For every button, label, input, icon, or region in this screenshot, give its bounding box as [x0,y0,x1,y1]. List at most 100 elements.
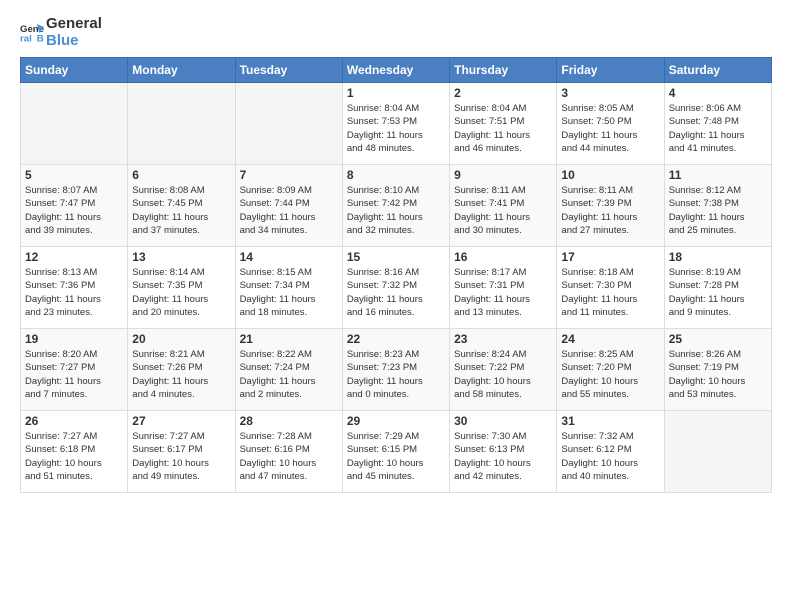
day-info: Sunrise: 8:19 AM Sunset: 7:28 PM Dayligh… [669,266,767,319]
day-number: 14 [240,250,338,264]
calendar-header-row: SundayMondayTuesdayWednesdayThursdayFrid… [21,58,772,83]
calendar-cell: 23Sunrise: 8:24 AM Sunset: 7:22 PM Dayli… [450,329,557,411]
calendar: SundayMondayTuesdayWednesdayThursdayFrid… [20,57,772,493]
day-info: Sunrise: 8:25 AM Sunset: 7:20 PM Dayligh… [561,348,659,401]
day-info: Sunrise: 8:12 AM Sunset: 7:38 PM Dayligh… [669,184,767,237]
calendar-cell: 27 Sunrise: 7:27 AM Sunset: 6:17 PM Dayli… [128,411,235,493]
calendar-cell: 8 Sunrise: 8:10 AM Sunset: 7:42 PM Daylig… [342,165,449,247]
day-info: Sunrise: 8:11 AM Sunset: 7:39 PM Dayligh… [561,184,659,237]
day-number: 2 [454,86,552,100]
day-number: 21 [240,332,338,346]
day-number: 8 [347,168,445,182]
day-header-thursday: Thursday [450,58,557,83]
day-number: 28 [240,414,338,428]
calendar-cell [128,83,235,165]
day-number: 31 [561,414,659,428]
calendar-cell [235,83,342,165]
calendar-cell: 30Sunrise: 7:30 AM Sunset: 6:13 PM Dayli… [450,411,557,493]
calendar-cell: 2 Sunrise: 8:04 AM Sunset: 7:51 PM Daylig… [450,83,557,165]
day-number: 11 [669,168,767,182]
day-number: 9 [454,168,552,182]
calendar-cell: 15 Sunrise: 8:16 AM Sunset: 7:32 PM Dayli… [342,247,449,329]
day-info: Sunrise: 8:09 AM Sunset: 7:44 PM Dayligh… [240,184,338,237]
day-header-saturday: Saturday [664,58,771,83]
calendar-cell: 31Sunrise: 7:32 AM Sunset: 6:12 PM Dayli… [557,411,664,493]
day-info: Sunrise: 7:29 AM Sunset: 6:15 PM Dayligh… [347,430,445,483]
day-header-friday: Friday [557,58,664,83]
day-info: Sunrise: 8:26 AM Sunset: 7:19 PM Dayligh… [669,348,767,401]
day-header-monday: Monday [128,58,235,83]
calendar-cell: 17 Sunrise: 8:18 AM Sunset: 7:30 PM Dayli… [557,247,664,329]
day-number: 13 [132,250,230,264]
calendar-cell: 21 Sunrise: 8:22 AM Sunset: 7:24 PM Dayli… [235,329,342,411]
calendar-cell: 5 Sunrise: 8:07 AM Sunset: 7:47 PM Daylig… [21,165,128,247]
day-number: 27 [132,414,230,428]
day-number: 17 [561,250,659,264]
day-info: Sunrise: 7:27 AM Sunset: 6:18 PM Dayligh… [25,430,123,483]
day-number: 23 [454,332,552,346]
day-number: 4 [669,86,767,100]
day-number: 16 [454,250,552,264]
day-header-sunday: Sunday [21,58,128,83]
day-info: Sunrise: 8:13 AM Sunset: 7:36 PM Dayligh… [25,266,123,319]
day-info: Sunrise: 8:21 AM Sunset: 7:26 PM Dayligh… [132,348,230,401]
day-number: 26 [25,414,123,428]
day-number: 19 [25,332,123,346]
day-info: Sunrise: 8:16 AM Sunset: 7:32 PM Dayligh… [347,266,445,319]
day-info: Sunrise: 8:23 AM Sunset: 7:23 PM Dayligh… [347,348,445,401]
calendar-week-5: 26 Sunrise: 7:27 AM Sunset: 6:18 PM Dayli… [21,411,772,493]
calendar-cell: 3 Sunrise: 8:05 AM Sunset: 7:50 PM Daylig… [557,83,664,165]
calendar-cell: 20 Sunrise: 8:21 AM Sunset: 7:26 PM Dayli… [128,329,235,411]
page: Gene ral B General Blue SundayMondayTues… [0,0,792,612]
calendar-cell: 9 Sunrise: 8:11 AM Sunset: 7:41 PM Daylig… [450,165,557,247]
calendar-cell: 24 Sunrise: 8:25 AM Sunset: 7:20 PM Dayli… [557,329,664,411]
day-info: Sunrise: 8:04 AM Sunset: 7:51 PM Dayligh… [454,102,552,155]
day-info: Sunrise: 8:07 AM Sunset: 7:47 PM Dayligh… [25,184,123,237]
calendar-cell: 7Sunrise: 8:09 AM Sunset: 7:44 PM Daylig… [235,165,342,247]
calendar-cell: 11 Sunrise: 8:12 AM Sunset: 7:38 PM Dayli… [664,165,771,247]
day-info: Sunrise: 8:10 AM Sunset: 7:42 PM Dayligh… [347,184,445,237]
calendar-cell: 1 Sunrise: 8:04 AM Sunset: 7:53 PM Daylig… [342,83,449,165]
calendar-week-3: 12Sunrise: 8:13 AM Sunset: 7:36 PM Dayli… [21,247,772,329]
calendar-cell: 18 Sunrise: 8:19 AM Sunset: 7:28 PM Dayli… [664,247,771,329]
day-number: 3 [561,86,659,100]
day-number: 18 [669,250,767,264]
day-info: Sunrise: 7:27 AM Sunset: 6:17 PM Dayligh… [132,430,230,483]
day-info: Sunrise: 8:22 AM Sunset: 7:24 PM Dayligh… [240,348,338,401]
day-number: 1 [347,86,445,100]
calendar-cell: 16 Sunrise: 8:17 AM Sunset: 7:31 PM Dayli… [450,247,557,329]
calendar-cell: 25Sunrise: 8:26 AM Sunset: 7:19 PM Dayli… [664,329,771,411]
day-number: 15 [347,250,445,264]
day-number: 24 [561,332,659,346]
day-header-tuesday: Tuesday [235,58,342,83]
calendar-cell: 10 Sunrise: 8:11 AM Sunset: 7:39 PM Dayli… [557,165,664,247]
calendar-week-4: 19Sunrise: 8:20 AM Sunset: 7:27 PM Dayli… [21,329,772,411]
logo-line1: General [46,16,102,33]
day-info: Sunrise: 8:15 AM Sunset: 7:34 PM Dayligh… [240,266,338,319]
day-number: 30 [454,414,552,428]
calendar-cell: 28 Sunrise: 7:28 AM Sunset: 6:16 PM Dayli… [235,411,342,493]
day-number: 6 [132,168,230,182]
day-number: 20 [132,332,230,346]
calendar-cell: 26 Sunrise: 7:27 AM Sunset: 6:18 PM Dayli… [21,411,128,493]
day-info: Sunrise: 8:04 AM Sunset: 7:53 PM Dayligh… [347,102,445,155]
svg-text:ral: ral [20,33,32,44]
logo-icon: Gene ral B [20,21,44,45]
day-number: 5 [25,168,123,182]
calendar-week-2: 5 Sunrise: 8:07 AM Sunset: 7:47 PM Daylig… [21,165,772,247]
day-info: Sunrise: 7:28 AM Sunset: 6:16 PM Dayligh… [240,430,338,483]
day-info: Sunrise: 8:18 AM Sunset: 7:30 PM Dayligh… [561,266,659,319]
day-number: 10 [561,168,659,182]
calendar-cell: 13Sunrise: 8:14 AM Sunset: 7:35 PM Dayli… [128,247,235,329]
day-info: Sunrise: 8:17 AM Sunset: 7:31 PM Dayligh… [454,266,552,319]
day-info: Sunrise: 8:05 AM Sunset: 7:50 PM Dayligh… [561,102,659,155]
calendar-cell: 29Sunrise: 7:29 AM Sunset: 6:15 PM Dayli… [342,411,449,493]
day-info: Sunrise: 8:08 AM Sunset: 7:45 PM Dayligh… [132,184,230,237]
day-info: Sunrise: 8:11 AM Sunset: 7:41 PM Dayligh… [454,184,552,237]
calendar-cell: 12Sunrise: 8:13 AM Sunset: 7:36 PM Dayli… [21,247,128,329]
header: Gene ral B General Blue [20,16,772,49]
logo-line2: Blue [46,33,102,50]
calendar-cell: 4Sunrise: 8:06 AM Sunset: 7:48 PM Daylig… [664,83,771,165]
calendar-cell: 22Sunrise: 8:23 AM Sunset: 7:23 PM Dayli… [342,329,449,411]
logo: Gene ral B General Blue [20,16,102,49]
